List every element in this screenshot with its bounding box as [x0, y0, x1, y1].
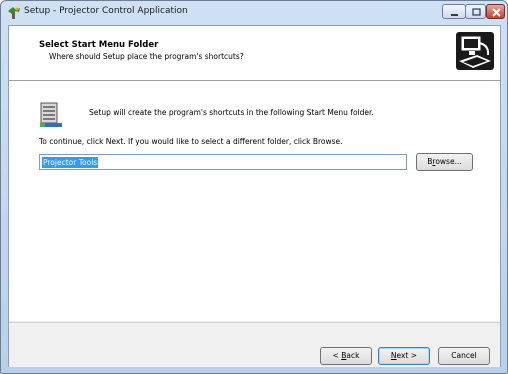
close-button[interactable] [486, 4, 505, 19]
page-title: Select Start Menu Folder [39, 40, 159, 50]
minimize-button[interactable] [442, 4, 466, 19]
start-menu-folder-input[interactable]: Projector Tools [39, 154, 407, 170]
close-icon [492, 8, 501, 17]
start-menu-folder-icon [40, 102, 62, 127]
instruction-text: To continue, click Next. If you would li… [39, 137, 343, 146]
minimize-icon [451, 14, 458, 16]
window-title: Setup - Projector Control Application [24, 6, 188, 16]
wizard-client-area: Select Start Menu Folder Where should Se… [8, 25, 501, 367]
setup-window: Setup - Projector Control Application Se… [0, 0, 508, 374]
title-bar[interactable]: Setup - Projector Control Application [1, 1, 507, 25]
wizard-footer: < Back Next > Cancel [9, 322, 500, 367]
folder-input-value: Projector Tools [42, 157, 99, 168]
wizard-header: Select Start Menu Folder Where should Se… [9, 26, 500, 81]
page-subtitle: Where should Setup place the program's s… [49, 52, 244, 61]
setup-app-icon [8, 7, 20, 19]
cancel-button[interactable]: Cancel [438, 347, 490, 365]
info-text: Setup will create the program's shortcut… [89, 108, 374, 117]
maximize-button[interactable] [465, 4, 486, 19]
back-button[interactable]: < Back [320, 347, 372, 365]
wizard-body: Setup will create the program's shortcut… [9, 81, 500, 321]
next-button[interactable]: Next > [378, 347, 430, 365]
browse-button[interactable]: Browse... [416, 153, 473, 171]
setup-computer-icon [456, 32, 494, 70]
maximize-icon [472, 8, 481, 16]
